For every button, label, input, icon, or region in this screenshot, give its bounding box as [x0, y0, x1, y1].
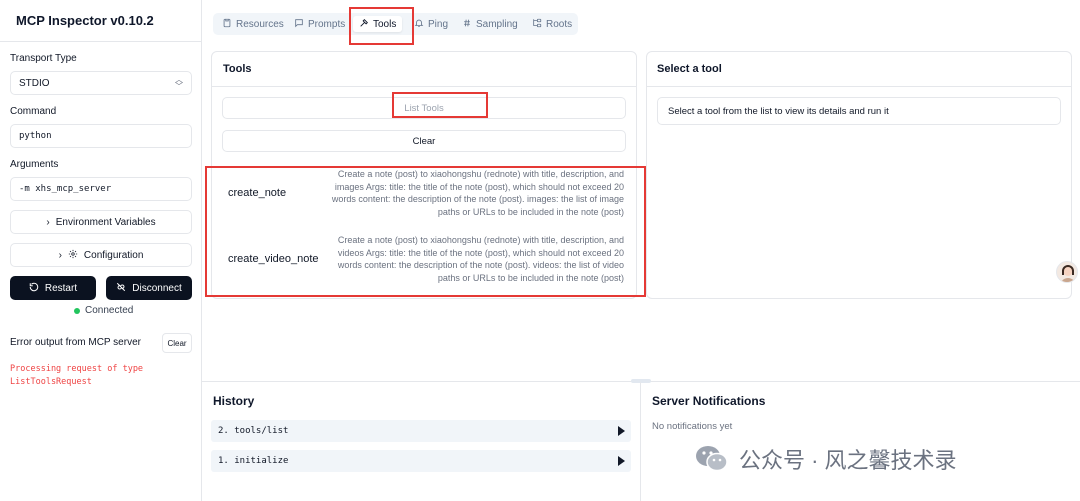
- command-label: Command: [10, 106, 57, 117]
- history-item[interactable]: 1. initialize: [211, 450, 631, 472]
- tab-tools-label: Tools: [373, 18, 397, 30]
- tab-sampling[interactable]: Sampling: [456, 16, 524, 32]
- arguments-label: Arguments: [10, 159, 59, 170]
- tool-detail-title: Select a tool: [657, 63, 722, 75]
- bottom-vertical-divider: [640, 382, 641, 501]
- play-icon: [618, 426, 625, 436]
- tool-detail-placeholder: Select a tool from the list to view its …: [657, 97, 1061, 125]
- file-icon: [222, 18, 232, 31]
- sidebar-divider: [0, 41, 202, 42]
- sidebar: MCP Inspector v0.10.2 Transport Type STD…: [0, 0, 202, 501]
- wechat-icon: [695, 444, 729, 474]
- chevron-up-down-icon: ︿ ﹀: [175, 75, 183, 91]
- no-notifications-text: No notifications yet: [652, 421, 733, 432]
- disconnect-label: Disconnect: [132, 282, 182, 294]
- tool-detail-panel: Select a tool Select a tool from the lis…: [646, 51, 1072, 299]
- folder-tree-icon: [532, 18, 542, 31]
- tool-detail-divider: [647, 86, 1071, 87]
- tools-panel-divider: [212, 86, 636, 87]
- command-input[interactable]: python: [10, 124, 192, 148]
- play-icon: [618, 456, 625, 466]
- app-title: MCP Inspector v0.10.2: [16, 13, 154, 28]
- watermark-text: 公众号 · 风之馨技术录: [739, 448, 957, 473]
- tool-item-create-video-note[interactable]: create_video_note Create a note (post) t…: [212, 234, 632, 286]
- tools-panel-title: Tools: [223, 63, 252, 75]
- tool-name: create_video_note: [228, 253, 319, 265]
- disconnect-button[interactable]: Disconnect: [106, 276, 192, 300]
- tab-ping-label: Ping: [428, 18, 449, 30]
- transport-type-label: Transport Type: [10, 53, 77, 64]
- tab-resources[interactable]: Resources: [216, 16, 290, 32]
- transport-type-select[interactable]: STDIO ︿ ﹀: [10, 71, 192, 95]
- restart-icon: [29, 282, 39, 295]
- message-icon: [294, 18, 304, 31]
- connection-status-label: Connected: [85, 305, 134, 316]
- history-item-label: 1. initialize: [218, 456, 289, 466]
- tab-roots-label: Roots: [546, 18, 573, 30]
- hash-icon: [462, 18, 472, 31]
- server-notifications-title: Server Notifications: [652, 394, 766, 408]
- tool-item-create-note[interactable]: create_note Create a note (post) to xiao…: [212, 168, 632, 220]
- tab-bar: Resources Prompts Tools Ping Sampling Ro…: [213, 13, 578, 35]
- hammer-icon: [359, 18, 369, 31]
- history-title: History: [213, 394, 255, 408]
- configuration-button[interactable]: › Configuration: [10, 243, 192, 267]
- tool-name: create_note: [228, 187, 287, 199]
- bell-icon: [414, 18, 424, 31]
- chevron-right-icon: ›: [58, 249, 62, 261]
- history-item[interactable]: 2. tools/list: [211, 420, 631, 442]
- transport-type-value: STDIO: [19, 77, 50, 89]
- tab-resources-label: Resources: [236, 18, 284, 30]
- tab-ping[interactable]: Ping: [408, 16, 454, 32]
- tab-prompts-label: Prompts: [308, 18, 346, 30]
- command-value: python: [19, 131, 52, 141]
- history-item-label: 2. tools/list: [218, 426, 289, 436]
- tool-description: Create a note (post) to xiaohongshu (red…: [331, 169, 624, 217]
- avatar[interactable]: [1056, 261, 1078, 283]
- unplug-icon: [116, 282, 126, 295]
- arguments-value: -m xhs_mcp_server: [19, 184, 112, 194]
- error-clear-button[interactable]: Clear: [162, 333, 192, 353]
- error-output-text: Processing request of type ListToolsRequ…: [10, 364, 144, 387]
- environment-variables-button[interactable]: › Environment Variables: [10, 210, 192, 234]
- connection-status: Connected: [74, 305, 133, 316]
- restart-button[interactable]: Restart: [10, 276, 96, 300]
- tab-roots[interactable]: Roots: [526, 16, 578, 32]
- restart-label: Restart: [44, 282, 78, 294]
- tools-panel: Tools List Tools Clear create_note Creat…: [211, 51, 637, 299]
- chevron-right-icon: ›: [46, 216, 50, 228]
- arguments-input[interactable]: -m xhs_mcp_server: [10, 177, 192, 201]
- status-dot-icon: [74, 307, 80, 314]
- error-output-label: Error output from MCP server: [10, 337, 141, 348]
- configuration-label: Configuration: [83, 249, 144, 261]
- resize-handle[interactable]: [631, 379, 651, 383]
- tool-description: Create a note (post) to xiaohongshu (red…: [337, 235, 624, 283]
- tab-sampling-label: Sampling: [476, 18, 518, 30]
- list-tools-button[interactable]: List Tools: [222, 97, 626, 119]
- tab-tools[interactable]: Tools: [353, 16, 403, 32]
- tab-prompts[interactable]: Prompts: [288, 16, 351, 32]
- watermark: 公众号 · 风之馨技术录: [695, 443, 957, 475]
- gear-icon: [68, 249, 78, 262]
- environment-variables-label: Environment Variables: [55, 216, 156, 228]
- clear-tools-button[interactable]: Clear: [222, 130, 626, 152]
